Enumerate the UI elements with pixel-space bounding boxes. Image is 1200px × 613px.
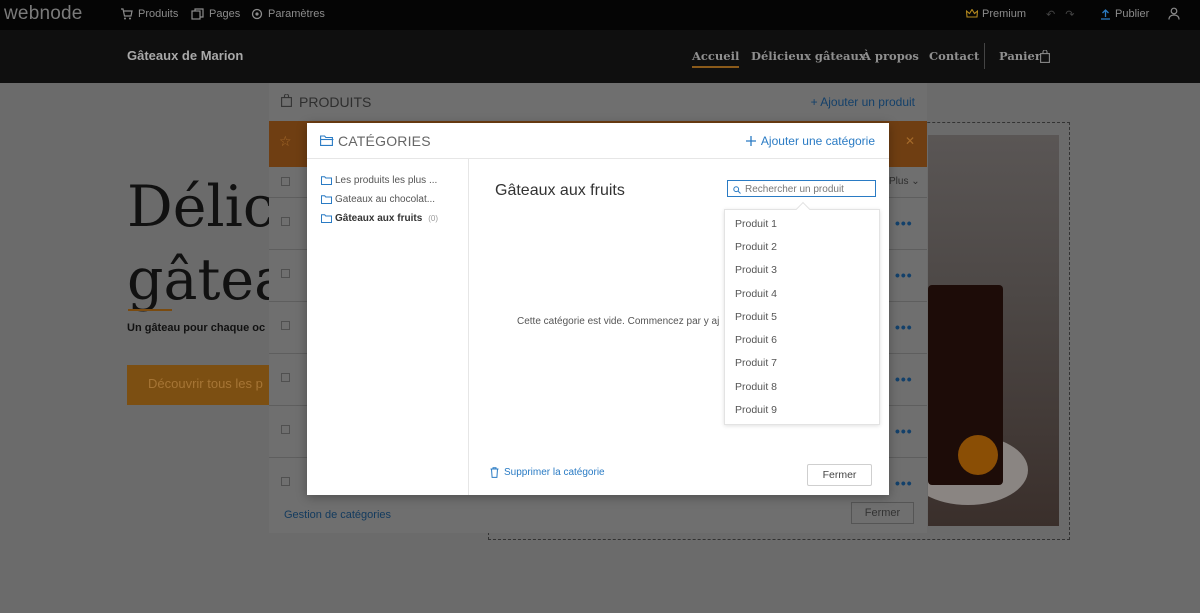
- product-search-input[interactable]: Rechercher un produit: [727, 180, 876, 197]
- undo-redo: ↶ ↷: [1046, 8, 1074, 21]
- row-checkbox[interactable]: [281, 425, 290, 434]
- category-sidebar: Les produits les plus ... Gateaux au cho…: [307, 159, 469, 495]
- category-item[interactable]: Les produits les plus ...: [321, 175, 437, 186]
- bag-icon: [1040, 50, 1050, 63]
- category-item-selected[interactable]: Gâteaux aux fruits (0): [321, 213, 438, 224]
- empty-category-message: Cette catégorie est vide. Commencez par …: [517, 316, 720, 327]
- category-item[interactable]: Gateaux au chocolat...: [321, 194, 435, 205]
- delete-category-label: Supprimer la catégorie: [504, 467, 605, 478]
- row-checkbox[interactable]: [281, 217, 290, 226]
- dropdown-item[interactable]: Produit 6: [735, 334, 777, 346]
- premium-label: Premium: [982, 8, 1027, 20]
- orange-slice-shape: [958, 435, 998, 475]
- categories-modal: CATÉGORIES Ajouter une catégorie Les pro…: [307, 123, 889, 495]
- hero-cta-button[interactable]: Découvrir tous les p: [127, 365, 277, 405]
- modal-header: CATÉGORIES Ajouter une catégorie: [307, 123, 889, 159]
- folder-icon: [321, 176, 332, 185]
- site-header: Gâteaux de Marion Accueil Délicieux gâte…: [0, 30, 1200, 83]
- row-checkbox[interactable]: [281, 177, 290, 186]
- dropdown-item[interactable]: Produit 3: [735, 264, 777, 276]
- add-product-button[interactable]: + Ajouter un produit: [811, 95, 915, 109]
- premium-button[interactable]: Premium: [966, 8, 1026, 20]
- toolbar-settings-label: Paramètres: [268, 8, 325, 20]
- site-nav-accueil[interactable]: Accueil: [692, 49, 740, 68]
- plus-dropdown[interactable]: Plus ⌄: [889, 176, 920, 187]
- category-label: Les produits les plus ...: [335, 175, 438, 186]
- search-placeholder: Rechercher un produit: [745, 184, 844, 195]
- delete-category-button[interactable]: Supprimer la catégorie: [490, 467, 605, 478]
- dropdown-item[interactable]: Produit 4: [735, 288, 777, 300]
- row-actions-icon[interactable]: •••: [895, 319, 913, 335]
- gear-icon: [251, 8, 263, 20]
- product-dropdown: Produit 1 Produit 2 Produit 3 Produit 4 …: [724, 209, 880, 425]
- folder-icon: [321, 214, 332, 223]
- redo-icon[interactable]: ↷: [1065, 8, 1074, 21]
- pages-icon: [191, 8, 204, 20]
- nav-divider: [984, 43, 985, 69]
- row-actions-icon[interactable]: •••: [895, 371, 913, 387]
- site-nav-gateaux[interactable]: Délicieux gâteaux: [751, 49, 866, 63]
- products-close-button[interactable]: Fermer: [851, 502, 914, 524]
- close-icon[interactable]: ✕: [905, 134, 915, 148]
- add-category-button[interactable]: Ajouter une catégorie: [745, 134, 875, 148]
- crown-icon: [966, 9, 978, 18]
- manage-categories-link[interactable]: Gestion de catégories: [284, 509, 391, 521]
- row-actions-icon[interactable]: •••: [895, 423, 913, 439]
- row-checkbox[interactable]: [281, 269, 290, 278]
- editor-toolbar: webnode Produits Pages Paramètres Premiu…: [0, 0, 1200, 30]
- add-category-label: Ajouter une catégorie: [760, 134, 875, 148]
- cart-icon: [121, 8, 133, 20]
- site-nav-panier[interactable]: Panier: [999, 49, 1041, 63]
- toolbar-products[interactable]: Produits: [120, 8, 178, 20]
- add-product-label: Ajouter un produit: [820, 95, 915, 109]
- undo-icon[interactable]: ↶: [1046, 8, 1055, 21]
- site-nav-apropos[interactable]: À propos: [862, 49, 919, 63]
- site-title[interactable]: Gâteaux de Marion: [127, 48, 243, 63]
- row-actions-icon[interactable]: •••: [895, 215, 913, 231]
- plus-icon: [745, 136, 756, 146]
- dropdown-item[interactable]: Produit 8: [735, 381, 777, 393]
- row-checkbox[interactable]: [281, 321, 290, 330]
- trash-icon: [490, 467, 499, 478]
- dropdown-item[interactable]: Produit 7: [735, 357, 777, 369]
- star-icon: ☆: [279, 133, 292, 149]
- hero-image: [928, 135, 1059, 526]
- close-button[interactable]: Fermer: [807, 464, 872, 486]
- plus-label: Plus: [889, 176, 909, 187]
- category-label: Gateaux au chocolat...: [335, 194, 436, 205]
- toolbar-pages-label: Pages: [209, 8, 241, 20]
- hero-underline: [128, 309, 172, 311]
- publish-button[interactable]: Publier: [1100, 8, 1149, 20]
- category-heading: Gâteaux aux fruits: [495, 182, 625, 199]
- publish-label: Publier: [1115, 8, 1150, 20]
- row-checkbox[interactable]: [281, 477, 290, 486]
- folder-icon: [321, 195, 332, 204]
- site-nav-contact[interactable]: Contact: [929, 49, 979, 63]
- bag-icon: [281, 94, 292, 107]
- dropdown-item[interactable]: Produit 1: [735, 218, 777, 230]
- row-checkbox[interactable]: [281, 373, 290, 382]
- row-actions-icon[interactable]: •••: [895, 267, 913, 283]
- dropdown-item[interactable]: Produit 2: [735, 241, 777, 253]
- user-icon[interactable]: [1168, 7, 1180, 20]
- folder-open-icon: [320, 135, 334, 146]
- row-actions-icon[interactable]: •••: [895, 475, 913, 491]
- toolbar-products-label: Produits: [138, 8, 179, 20]
- modal-title: CATÉGORIES: [338, 133, 431, 149]
- hero-subtitle: Un gâteau pour chaque oc: [127, 322, 266, 334]
- products-header: PRODUITS + Ajouter un produit: [269, 83, 927, 121]
- category-count: (0): [428, 214, 439, 223]
- toolbar-pages[interactable]: Pages: [191, 8, 240, 20]
- webnode-logo: webnode: [4, 3, 83, 24]
- upload-icon: [1101, 8, 1110, 20]
- products-title: PRODUITS: [299, 94, 372, 110]
- dropdown-item[interactable]: Produit 9: [735, 404, 777, 416]
- search-icon: [733, 185, 741, 194]
- toolbar-settings[interactable]: Paramètres: [251, 8, 325, 20]
- dropdown-item[interactable]: Produit 5: [735, 311, 777, 323]
- category-label: Gâteaux aux fruits: [335, 213, 423, 224]
